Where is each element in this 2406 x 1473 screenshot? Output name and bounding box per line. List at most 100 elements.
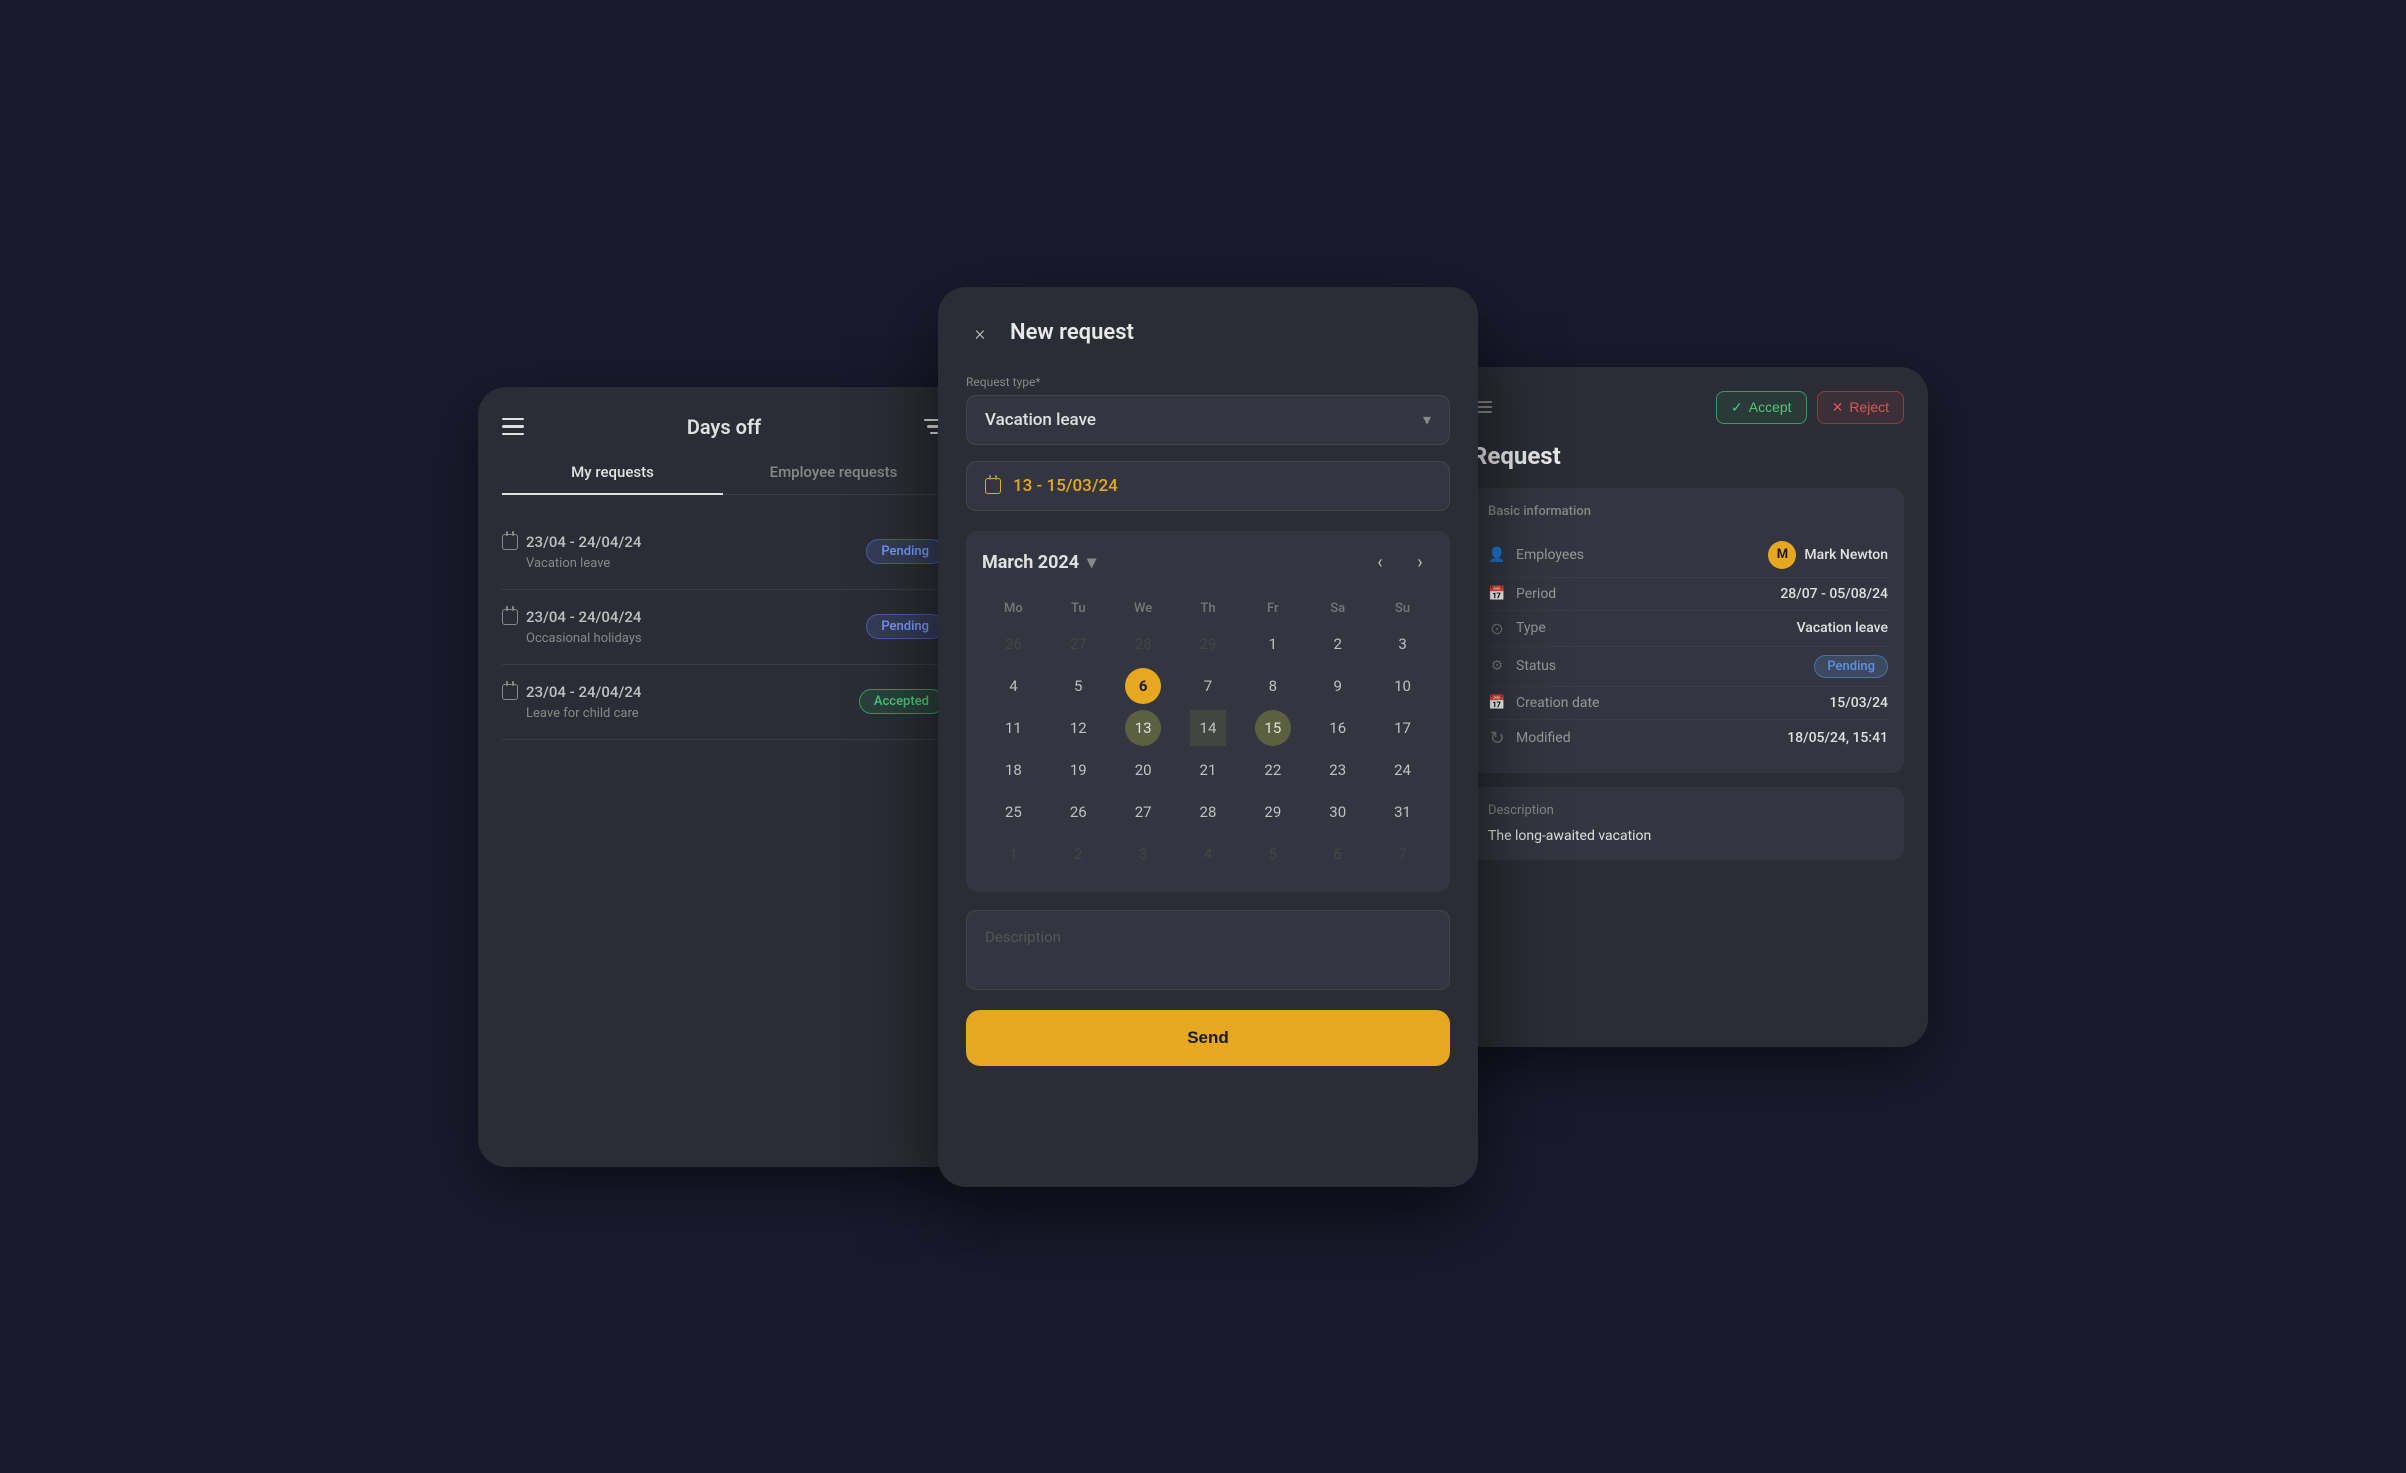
calendar-day-selected-end[interactable]: 15 <box>1255 710 1291 746</box>
hamburger-menu-icon[interactable] <box>502 418 524 436</box>
status-icon: ⚙ <box>1488 658 1506 674</box>
calendar-day[interactable]: 23 <box>1320 752 1356 788</box>
calendar-day[interactable]: 26 <box>1060 794 1096 830</box>
calendar-day[interactable]: 26 <box>995 626 1031 662</box>
tabs-row: My requests Employee requests <box>502 463 944 495</box>
info-row-type: ⊙ Type Vacation leave <box>1488 611 1888 647</box>
calendar-day[interactable]: 21 <box>1190 752 1226 788</box>
weekday-header: Tu <box>1047 595 1110 622</box>
weekday-header: Th <box>1177 595 1240 622</box>
request-type-value: Leave for child care <box>502 706 641 721</box>
calendar-day[interactable]: 18 <box>995 752 1031 788</box>
calendar-day[interactable]: 25 <box>995 794 1031 830</box>
info-row-creation-date: 📅 Creation date 15/03/24 <box>1488 687 1888 720</box>
panel-days-off: Days off My requests Employee requests 2… <box>478 387 968 1167</box>
calendar-icon <box>502 534 518 550</box>
weekday-header: We <box>1112 595 1175 622</box>
next-month-button[interactable]: › <box>1406 549 1434 577</box>
modal-title: New request <box>1010 320 1134 345</box>
calendar-day[interactable]: 10 <box>1385 668 1421 704</box>
tab-my-requests[interactable]: My requests <box>502 463 723 495</box>
employees-key-label: Employees <box>1516 547 1584 563</box>
reject-label: Reject <box>1849 399 1889 415</box>
calendar-day-in-range[interactable]: 14 <box>1190 710 1226 746</box>
calendar-day[interactable]: 28 <box>1125 626 1161 662</box>
calendar-day[interactable]: 12 <box>1060 710 1096 746</box>
calendar-day[interactable]: 27 <box>1060 626 1096 662</box>
calendar-day[interactable]: 3 <box>1385 626 1421 662</box>
calendar-day[interactable]: 1 <box>995 836 1031 872</box>
list-item[interactable]: 23/04 - 24/04/24 Vacation leave Pending <box>502 515 944 590</box>
request-type-select[interactable]: Vacation leave ▾ <box>966 395 1450 445</box>
calendar-day[interactable]: 28 <box>1190 794 1226 830</box>
panel-title: Days off <box>687 415 761 439</box>
calendar-day[interactable]: 20 <box>1125 752 1161 788</box>
chevron-down-icon: ▾ <box>1423 410 1431 429</box>
request-date-value: 23/04 - 24/04/24 <box>526 533 641 551</box>
calendar-day[interactable]: 24 <box>1385 752 1421 788</box>
send-button[interactable]: Send <box>966 1010 1450 1066</box>
calendar-day[interactable]: 22 <box>1255 752 1291 788</box>
request-date-value: 23/04 - 24/04/24 <box>526 683 641 701</box>
calendar-day[interactable]: 27 <box>1125 794 1161 830</box>
accept-check-icon: ✓ <box>1731 399 1743 416</box>
description-field[interactable]: Description <box>966 910 1450 990</box>
request-type-label: Request type* <box>966 375 1450 389</box>
calendar-day[interactable]: 4 <box>995 668 1031 704</box>
list-item[interactable]: 23/04 - 24/04/24 Occasional holidays Pen… <box>502 590 944 665</box>
tab-employee-requests[interactable]: Employee requests <box>723 463 944 494</box>
request-list: 23/04 - 24/04/24 Vacation leave Pending … <box>502 515 944 740</box>
calendar-day[interactable]: 11 <box>995 710 1031 746</box>
date-range-field[interactable]: 13 - 15/03/24 <box>966 461 1450 511</box>
calendar-day[interactable]: 4 <box>1190 836 1226 872</box>
description-placeholder: Description <box>985 928 1061 946</box>
calendar-day[interactable]: 17 <box>1385 710 1421 746</box>
modal-header: × New request <box>966 319 1450 347</box>
modified-key-label: Modified <box>1516 730 1571 746</box>
type-key-label: Type <box>1516 620 1546 636</box>
request-type-value: Occasional holidays <box>502 631 642 646</box>
person-icon: 👤 <box>1488 547 1506 563</box>
creation-date-value: 15/03/24 <box>1829 695 1888 711</box>
accept-button[interactable]: ✓ Accept <box>1716 391 1807 424</box>
calendar-day[interactable]: 5 <box>1255 836 1291 872</box>
calendar-day[interactable]: 3 <box>1125 836 1161 872</box>
list-item[interactable]: 23/04 - 24/04/24 Leave for child care Ac… <box>502 665 944 740</box>
calendar-grid: Mo Tu We Th Fr Sa Su 26 27 28 29 1 2 3 4… <box>982 595 1434 874</box>
month-chevron-icon: ▾ <box>1087 552 1096 573</box>
calendar-day[interactable]: 29 <box>1255 794 1291 830</box>
calendar-icon <box>502 684 518 700</box>
calendar-day[interactable]: 2 <box>1060 836 1096 872</box>
calendar-day[interactable]: 29 <box>1190 626 1226 662</box>
calendar-day[interactable]: 31 <box>1385 794 1421 830</box>
calendar-day[interactable]: 5 <box>1060 668 1096 704</box>
period-value: 28/07 - 05/08/24 <box>1780 586 1888 602</box>
info-row-modified: ↻ Modified 18/05/24, 15:41 <box>1488 720 1888 757</box>
panel-header: Days off <box>502 415 944 439</box>
calendar-day[interactable]: 19 <box>1060 752 1096 788</box>
calendar-nav: March 2024 ▾ ‹ › <box>982 549 1434 577</box>
calendar-day[interactable]: 7 <box>1190 668 1226 704</box>
period-key-label: Period <box>1516 586 1556 602</box>
calendar-day[interactable]: 2 <box>1320 626 1356 662</box>
calendar-icon <box>985 478 1001 494</box>
request-type-value: Vacation leave <box>985 410 1096 430</box>
calendar-day[interactable]: 8 <box>1255 668 1291 704</box>
calendar-icon <box>502 609 518 625</box>
calendar-day-selected-start[interactable]: 13 <box>1125 710 1161 746</box>
calendar-day-today[interactable]: 6 <box>1125 668 1161 704</box>
close-button[interactable]: × <box>966 319 994 347</box>
weekday-header: Mo <box>982 595 1045 622</box>
calendar-day[interactable]: 9 <box>1320 668 1356 704</box>
detail-top-bar: ✓ Accept ✕ Reject <box>1472 391 1904 424</box>
prev-month-button[interactable]: ‹ <box>1366 549 1394 577</box>
calendar-day[interactable]: 30 <box>1320 794 1356 830</box>
calendar-day[interactable]: 16 <box>1320 710 1356 746</box>
calendar-day[interactable]: 6 <box>1320 836 1356 872</box>
month-selector[interactable]: March 2024 ▾ <box>982 552 1096 573</box>
calendar-day[interactable]: 7 <box>1385 836 1421 872</box>
reject-button[interactable]: ✕ Reject <box>1817 391 1904 424</box>
accept-label: Accept <box>1749 399 1792 415</box>
calendar-day[interactable]: 1 <box>1255 626 1291 662</box>
request-type-field: Request type* Vacation leave ▾ <box>966 375 1450 445</box>
